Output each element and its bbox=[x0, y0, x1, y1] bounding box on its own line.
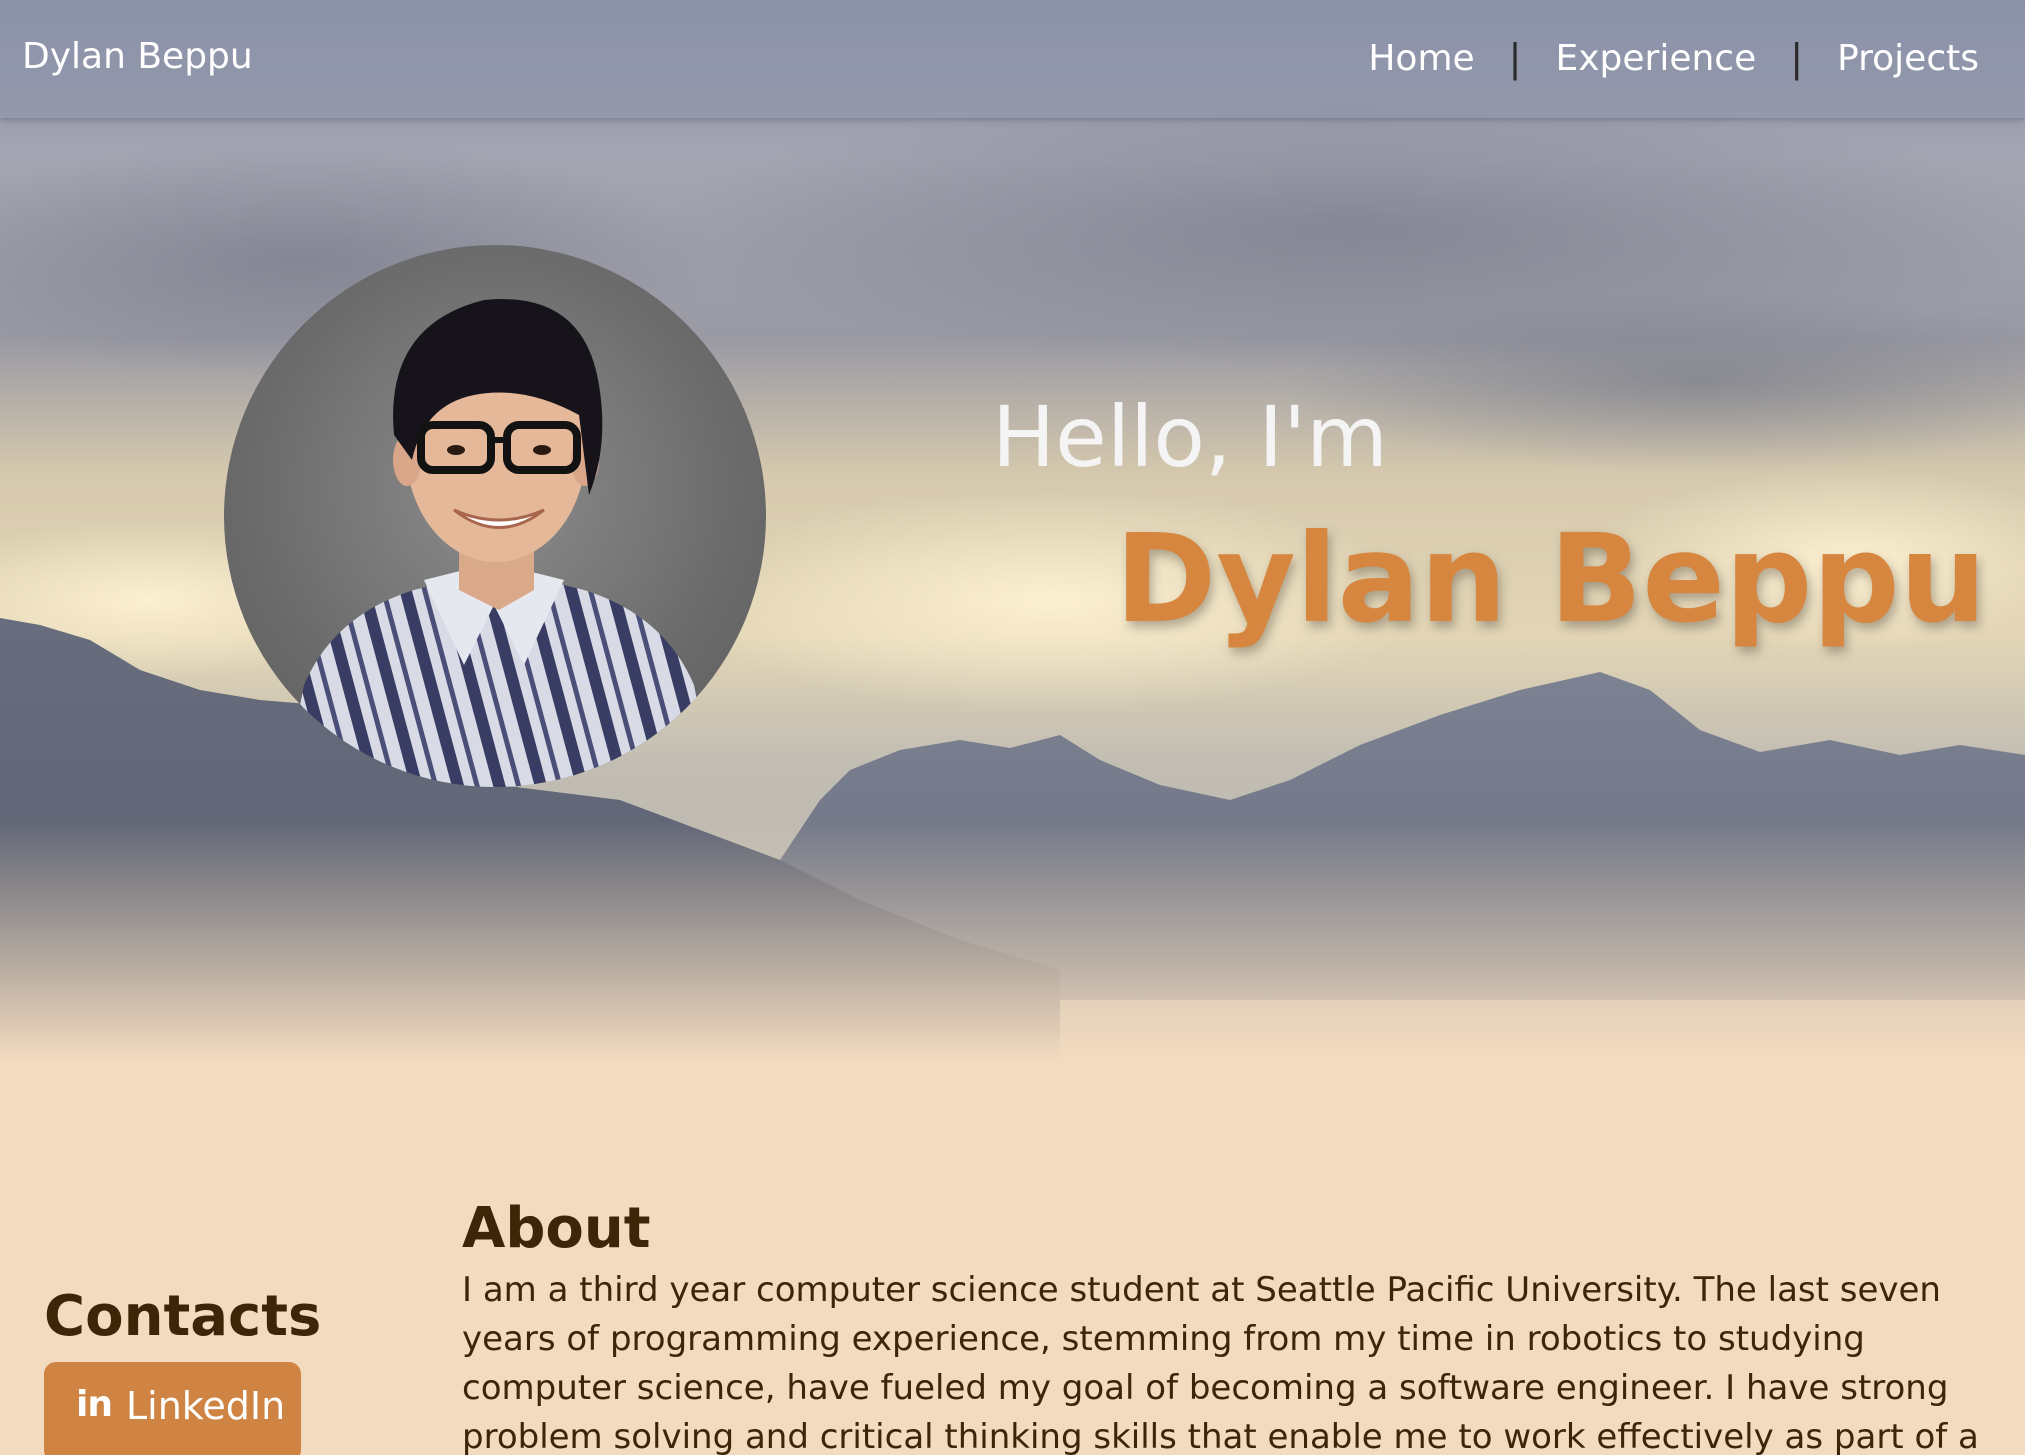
person-illustration bbox=[284, 299, 714, 787]
nav-link-experience[interactable]: Experience bbox=[1555, 38, 1756, 79]
hero-section: Dylan Beppu Home | Experience | Projects bbox=[0, 0, 2025, 1060]
nav-separator: | bbox=[1790, 36, 1804, 80]
navbar: Dylan Beppu Home | Experience | Projects bbox=[0, 0, 2025, 118]
brand-link[interactable]: Dylan Beppu bbox=[22, 36, 253, 77]
nav-links: Home | Experience | Projects bbox=[1368, 36, 1979, 80]
about-paragraph: I am a third year computer science stude… bbox=[462, 1270, 1979, 1455]
nav-separator: | bbox=[1508, 36, 1522, 80]
hero-name: Dylan Beppu bbox=[1115, 508, 1987, 650]
contacts-heading: Contacts bbox=[44, 1284, 322, 1350]
linkedin-button[interactable]: in LinkedIn bbox=[44, 1362, 301, 1455]
linkedin-label: LinkedIn bbox=[125, 1384, 286, 1428]
profile-photo bbox=[224, 245, 766, 787]
about-heading: About bbox=[462, 1196, 651, 1262]
nav-link-projects[interactable]: Projects bbox=[1837, 38, 1979, 79]
page: Dylan Beppu Home | Experience | Projects bbox=[0, 0, 2025, 1455]
linkedin-icon: in bbox=[76, 1384, 113, 1425]
hero-greeting: Hello, I'm bbox=[992, 388, 1389, 486]
nav-link-home[interactable]: Home bbox=[1368, 38, 1474, 79]
